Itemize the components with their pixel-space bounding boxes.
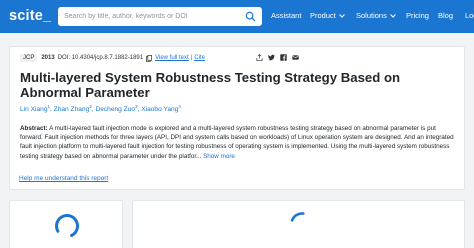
author-link[interactable]: Zhan Zhang2 [53, 104, 92, 114]
author-affiliation: 2 [89, 104, 92, 109]
help-understand-link[interactable]: Help me understand this report [19, 175, 108, 182]
share-row [256, 54, 299, 61]
authors-list: Lin Xiang1, Zhan Zhang2, Decheng Zuo3, X… [20, 104, 181, 114]
nav-product-label: Product [310, 11, 336, 20]
loading-spinner-icon [290, 212, 314, 236]
author-affiliation: 4 [178, 104, 181, 109]
search-bar[interactable] [58, 7, 262, 26]
loading-spinner-icon [55, 214, 79, 238]
nav-solutions-label: Solutions [356, 11, 387, 20]
abstract: Abstract: A multi-layered fault injectio… [20, 124, 458, 161]
publication-year: 2013 [41, 55, 55, 61]
author-link[interactable]: Xiaobo Yang4 [141, 104, 181, 114]
nav-solutions[interactable]: Solutions [356, 11, 396, 20]
scite-logo[interactable]: scite_ [9, 8, 51, 24]
nav-assistant[interactable]: Assistant [271, 11, 301, 20]
cite-link[interactable]: Cite [194, 55, 205, 61]
chevron-down-icon [339, 13, 345, 18]
author-link[interactable]: Decheng Zuo3 [95, 104, 138, 114]
twitter-icon[interactable] [268, 54, 275, 61]
nav-log-label: Log [465, 11, 474, 20]
meta-separator: | [190, 55, 193, 61]
abstract-text: A multi-layered fault injection mode is … [20, 125, 454, 160]
top-nav: scite_ Assistant Product Solutions Prici… [0, 0, 474, 33]
abstract-label: Abstract: [20, 125, 48, 132]
paper-meta: JCP 2013 DOI: 10.4304/jcp.8.7.1882-1891 … [20, 54, 205, 62]
facebook-icon[interactable] [280, 54, 287, 61]
author-name: Zhan Zhang [53, 106, 90, 114]
chevron-down-icon [390, 13, 396, 18]
author-affiliation: 1 [47, 104, 51, 109]
author-affiliation: 3 [135, 104, 138, 109]
nav-assistant-label: Assistant [271, 11, 302, 20]
author-link[interactable]: Lin Xiang1 [20, 104, 51, 114]
nav-blog-label: Blog [438, 11, 454, 20]
share-icon[interactable] [256, 54, 263, 61]
nav-log-in[interactable]: Log [465, 11, 474, 20]
journal-badge: JCP [20, 54, 38, 62]
loading-card-left [9, 200, 123, 248]
nav-pricing[interactable]: Pricing [406, 11, 429, 20]
show-more-link[interactable]: Show more [203, 153, 235, 160]
paper-card: JCP 2013 DOI: 10.4304/jcp.8.7.1882-1891 … [9, 46, 465, 190]
doi-text: DOI: 10.4304/jcp.8.7.1882-1891 [57, 55, 144, 61]
view-full-text-link[interactable]: View full text [155, 55, 189, 61]
search-input[interactable] [58, 13, 238, 20]
search-icon[interactable] [245, 11, 256, 22]
nav-product[interactable]: Product [310, 11, 345, 20]
loading-card-right [132, 200, 465, 248]
nav-blog[interactable]: Blog [438, 11, 453, 20]
author-name: Decheng Zuo [95, 106, 136, 114]
nav-pricing-label: Pricing [406, 11, 429, 20]
email-icon[interactable] [292, 54, 299, 61]
author-name: Xiaobo Yang [141, 106, 179, 114]
copy-icon[interactable] [146, 54, 153, 62]
paper-title: Multi-layered System Robustness Testing … [20, 70, 401, 100]
author-name: Lin Xiang [20, 106, 48, 114]
